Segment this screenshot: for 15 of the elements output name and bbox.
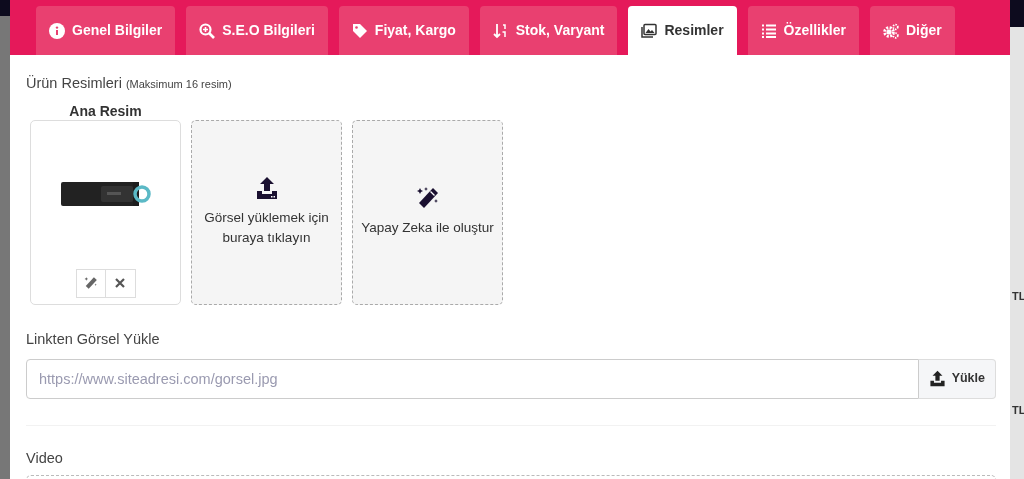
tab[interactable]: Stok, Varyant — [479, 6, 618, 55]
tab[interactable]: Resimler — [628, 6, 737, 55]
tab[interactable]: Özellikler — [747, 6, 859, 55]
section-title: Ürün Resimleri (Maksimum 16 resim) — [26, 74, 233, 93]
tab[interactable]: S.E.O Bilgileri — [186, 6, 328, 55]
video-label: Video — [26, 448, 64, 468]
tab[interactable]: Genel Bilgiler — [36, 6, 176, 55]
ai-generate-button[interactable]: Yapay Zeka ile oluştur — [352, 119, 503, 305]
upload-dropzone[interactable]: Görsel yüklemek için buraya tıklayın — [191, 119, 342, 305]
main-image-label: Ana Resim — [68, 102, 143, 120]
url-input-field[interactable]: https://www.siteadresi.com/gorsel.jpg — [26, 358, 919, 399]
tab[interactable]: Fiyat, Kargo — [338, 6, 469, 55]
field-label: Linkten Görsel Yükle — [26, 329, 161, 349]
upload-button[interactable]: Yükle — [918, 358, 996, 399]
tab[interactable]: Diğer — [869, 6, 955, 55]
